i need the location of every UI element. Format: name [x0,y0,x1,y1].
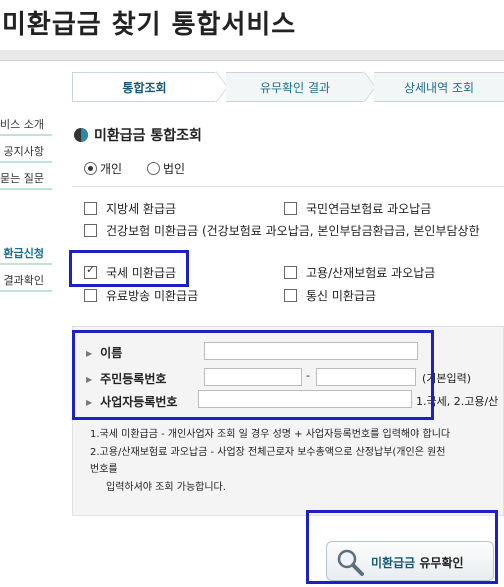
step-existence-result: 유무확인 결과 [226,72,364,102]
sidebar-item-notice[interactable]: 공지사항 [0,141,52,163]
check-health-insurance[interactable]: 건강보험 미환급금 (건강보험료 과오납금, 본인부담금환급금, 본인부담상한 [84,222,480,239]
check-local-tax[interactable]: 지방세 환급금 [84,200,176,217]
section-title: 미환급금 통합조회 [74,125,202,145]
note-line-1: 1.국세 미환급금 - 개인사업자 조회 일 경우 성명 + 사업자등록번호를 … [90,429,451,440]
step-detail-lookup: 상세내역 조회 [374,72,504,102]
check-national-pension[interactable]: 국민연금보험료 과오납금 [284,200,431,217]
checkbox[interactable] [284,266,297,279]
highlight-national-tax [69,250,189,287]
radio-corporation[interactable]: 법인 [147,160,185,177]
highlight-lookup-button [306,510,498,584]
note-line-4: 입력하셔야 조회 가능합니다. [106,482,226,493]
check-telecom[interactable]: 통신 미환급금 [284,287,376,304]
check-paid-broadcast[interactable]: 유료방송 미환급금 [84,287,198,304]
highlight-identity-fields [72,330,434,420]
radio-individual[interactable]: 개인 [84,160,122,177]
checkbox[interactable] [84,202,97,215]
checkbox[interactable] [84,224,97,237]
sidebar-item-refund-request[interactable]: 환급신청 [0,243,52,265]
step-progress: 통합조회 유무확인 결과 상세내역 조회 [72,71,504,103]
header-divider [0,50,504,61]
sidebar-item-service-intro[interactable]: 비스 소개 [0,114,52,136]
check-employment-insurance[interactable]: 고용/산재보험료 과오납금 [284,264,435,281]
note-line-2: 2.고용/산재보험료 과오납금 - 사업장 전체근로자 보수총액으로 산정납부(… [90,447,446,458]
sidebar-item-result-check[interactable]: 결과확인 [0,270,52,292]
checkbox[interactable] [284,202,297,215]
sidebar-item-faq[interactable]: 묻는 질문 [0,168,52,190]
step-integrated-lookup: 통합조회 [72,72,216,102]
radio-checked-icon[interactable] [84,162,97,175]
section-bullet-icon [74,128,88,142]
checkbox[interactable] [284,289,297,302]
note-line-3: 번호를 [90,464,118,475]
checkbox[interactable] [84,289,97,302]
page-title: 미환급금 찾기 통합서비스 [2,10,297,40]
radio-unchecked-icon[interactable] [147,162,160,175]
